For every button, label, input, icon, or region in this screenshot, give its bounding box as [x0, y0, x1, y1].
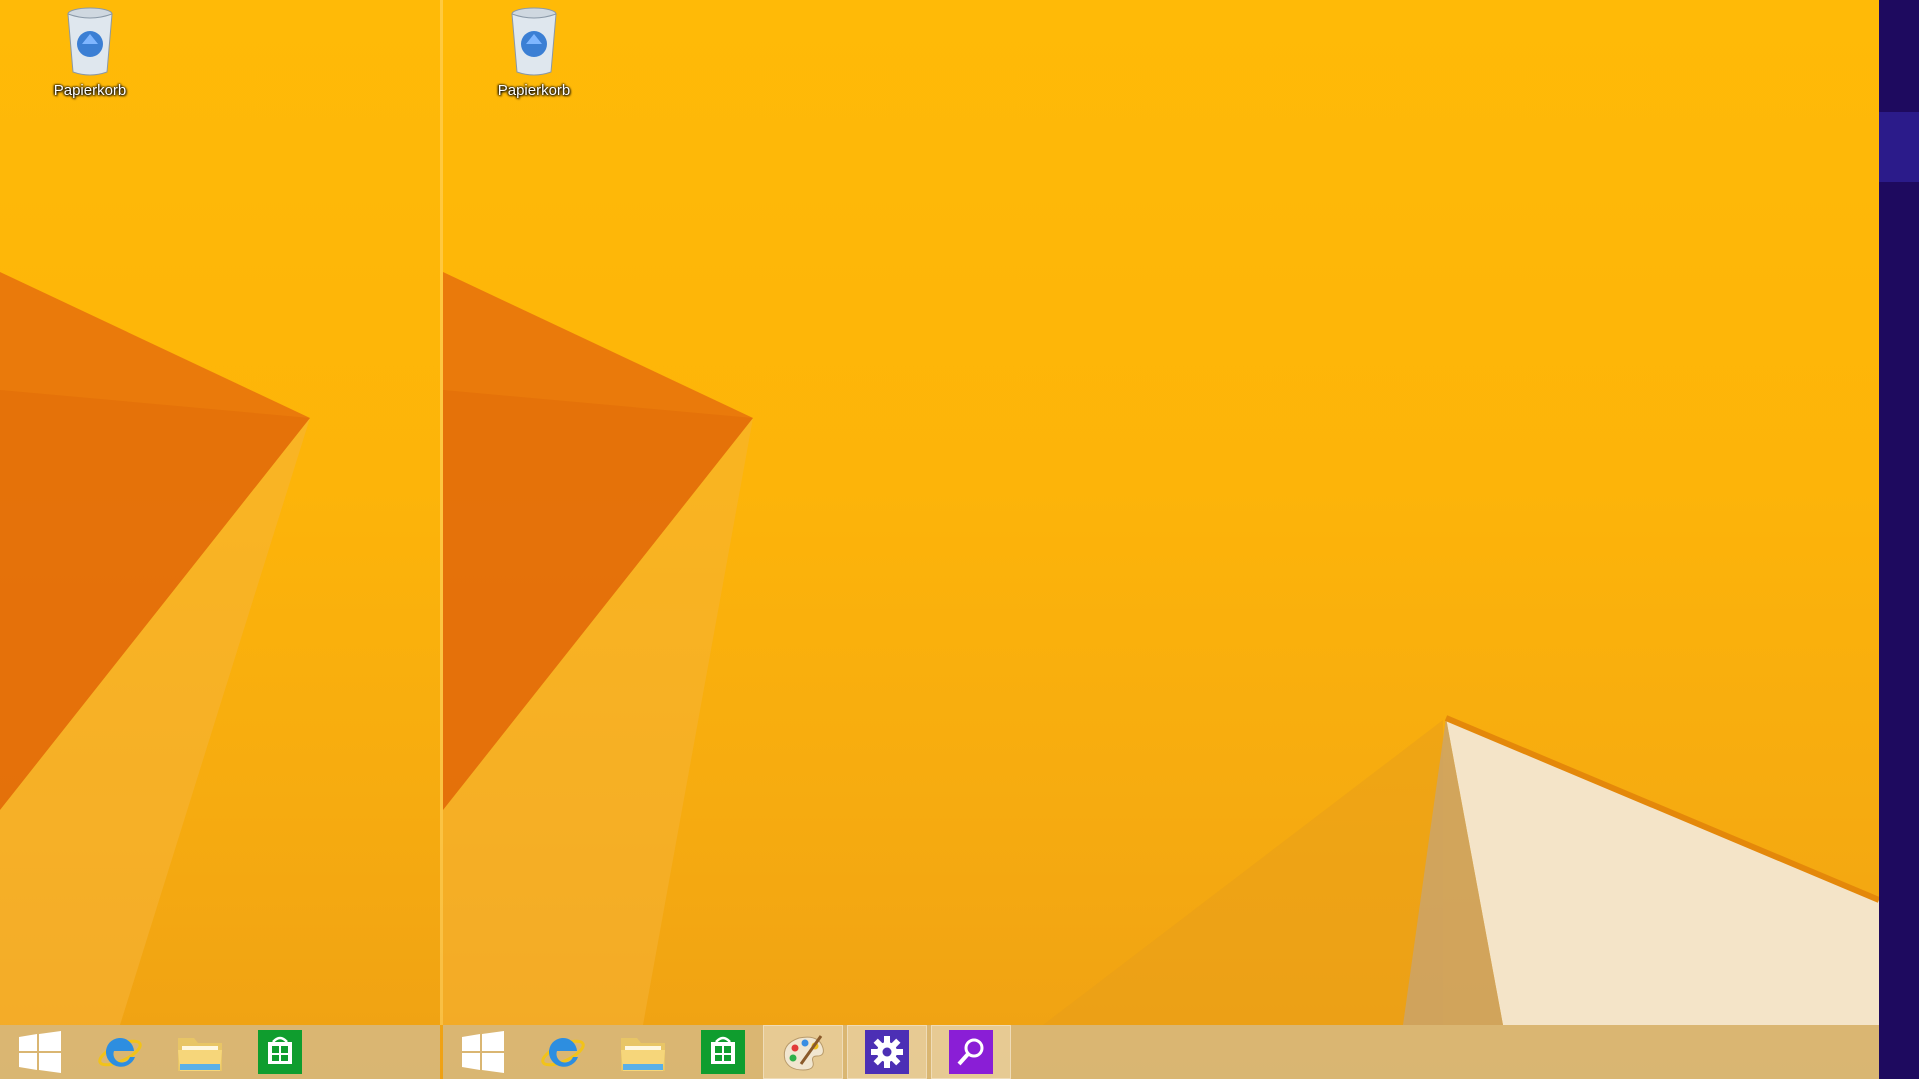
search-tile [949, 1030, 993, 1074]
recycle-bin-icon [511, 7, 557, 76]
taskbar-left [0, 1025, 440, 1079]
store-icon [258, 1030, 302, 1074]
store-button-right[interactable] [683, 1025, 763, 1079]
internet-explorer-icon [98, 1037, 142, 1067]
recycle-bin-label: Papierkorb [497, 82, 571, 99]
desktop-right: Papierkorb [443, 0, 1879, 1079]
start-button[interactable] [0, 1025, 80, 1079]
store-button[interactable] [240, 1025, 320, 1079]
windows-logo-icon [462, 1031, 504, 1073]
windows-logo-icon [19, 1031, 61, 1073]
search-icon [957, 1038, 984, 1066]
settings-button[interactable] [847, 1025, 927, 1079]
gear-icon [871, 1036, 903, 1068]
paint-palette-icon [783, 1035, 824, 1071]
search-button[interactable] [931, 1025, 1011, 1079]
internet-explorer-button[interactable] [80, 1025, 160, 1079]
file-explorer-button[interactable] [160, 1025, 240, 1079]
charms-edge-highlight [1879, 112, 1919, 182]
recycle-bin-icon [67, 7, 113, 76]
start-button-right[interactable] [443, 1025, 523, 1079]
wallpaper-right [443, 272, 1879, 1025]
taskbar-right [443, 1025, 1879, 1079]
settings-tile [865, 1030, 909, 1074]
recycle-bin-desktop-icon-right[interactable]: Papierkorb [479, 6, 589, 99]
folder-icon [621, 1038, 665, 1071]
file-explorer-button-right[interactable] [603, 1025, 683, 1079]
paint-button[interactable] [763, 1025, 843, 1079]
internet-explorer-button-right[interactable] [523, 1025, 603, 1079]
internet-explorer-icon [541, 1037, 585, 1067]
store-icon [701, 1030, 745, 1074]
wallpaper-left [0, 272, 310, 1025]
folder-icon [178, 1038, 222, 1071]
recycle-bin-label: Papierkorb [53, 82, 127, 99]
desktop-left: Papierkorb [0, 0, 443, 1079]
recycle-bin-desktop-icon[interactable]: Papierkorb [35, 6, 145, 99]
